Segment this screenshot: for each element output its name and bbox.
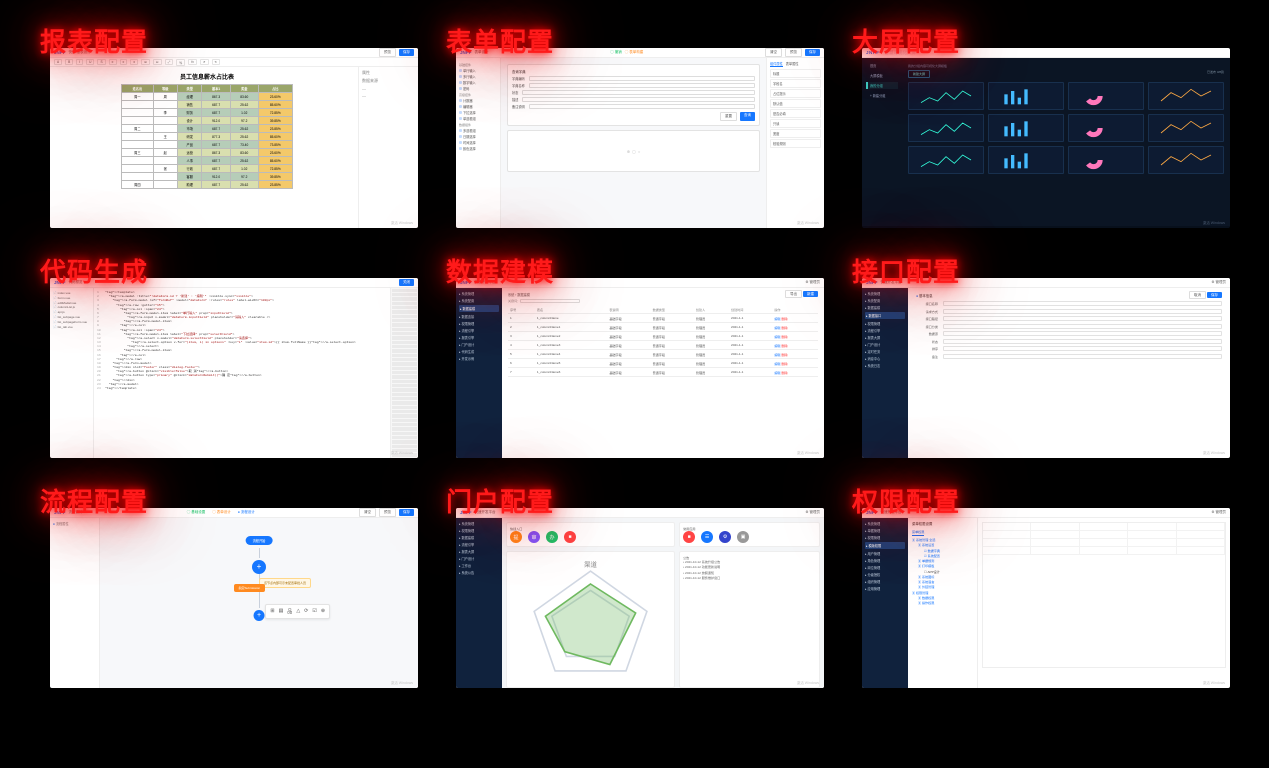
search-input[interactable] (520, 299, 580, 303)
label-api: 接口配置 (852, 252, 960, 289)
new-bigscreen[interactable]: 新建大屏 (908, 70, 930, 78)
label-form: 表单配置 (446, 22, 554, 59)
watermark: 激活 Windows (391, 221, 413, 225)
shortcut-icons[interactable]: 提审办■ (510, 531, 671, 543)
label-perm: 权限配置 (852, 482, 960, 519)
perm-config-grid[interactable] (982, 522, 1226, 668)
label-code: 代码生成 (40, 252, 148, 289)
perm-tab[interactable]: 菜单权限 (912, 530, 924, 536)
component-palette[interactable]: 基础控件单行输入多行输入数字输入密码高级控件计数器编辑器下拉选择单选框组数据组件… (456, 58, 501, 228)
report-side: 属性数据来源—— (358, 67, 418, 228)
report-title: 员工信息薪水占比表 (64, 72, 350, 81)
toolbar[interactable]: ABIUS≡≡≡⊞⊟⤢％fx↺↻ (50, 58, 418, 67)
notice-list[interactable]: • 2021-10-12 系统升级公告• 2021-10-12 功能更新说明• … (683, 560, 816, 581)
bs-template-grid[interactable] (908, 82, 1224, 174)
perm-title: 菜单权限设置 (912, 522, 973, 528)
screenshot-form: JNPF表单设计◯ 撤销◯ 表单构建清空预览保存 基础控件单行输入多行输入数字输… (456, 48, 824, 228)
report-table[interactable]: 姓名出等级类型基本1奖金占比周一周经理867.383.6023.60%销售687… (121, 84, 293, 189)
screenshot-flow: JNPF流程设计◯ 基础设置◯ 表单设计● 流程设计清空预览保存 ● 流程属性 … (50, 508, 418, 688)
screenshot-perm: JNPF快速开发平台⚙ 管理员 ▸ 系统管理▸ 单据管理▸ 权限管理▸ 模版权限… (862, 508, 1230, 688)
minimap[interactable] (392, 289, 417, 457)
nav-sidebar[interactable]: 系统管理系统配置数据建模数据连接权限管理流程引擎报表引擎门户设计代码生成开发示例 (456, 288, 502, 458)
flow-palette[interactable]: ⊞▤品△⟳☑⊕ (265, 604, 330, 619)
flow-canvas[interactable]: 流程开始 + 该节点内部可示未配置审批人员 指定Submission + ⊞▤品… (100, 518, 418, 688)
nav-sidebar[interactable]: ▸ 系统管理▸ 单据管理▸ 权限管理▸ 模版权限▸ 用户管理▸ 角色管理▸ 岗位… (862, 518, 908, 688)
radar-chart-icon: 渠道 (510, 555, 671, 684)
preview-button[interactable]: 预览 (379, 48, 396, 57)
label-bigscreen: 大屏配置 (852, 22, 960, 59)
nav-sidebar[interactable]: ▸ 系统管理▸ 权限管理▸ 数据建模▸ 流程引擎▸ 报表大屏▸ 门户设计▸ 工作… (456, 518, 502, 688)
label-flow: 流程配置 (40, 482, 148, 519)
nav-sidebar[interactable]: ▸ 系统管理▸ 系统配置▸ 数据建模▸ 数据接口▸ 权限管理▸ 流程引擎▸ 报表… (862, 288, 908, 458)
start-node[interactable]: 流程开始 (246, 536, 273, 545)
gateway[interactable]: + (252, 560, 266, 574)
app-icons[interactable]: ■☰⚙▣ (683, 531, 816, 543)
screenshot-report: JNPF快速·报表设计预览保存 ABIUS≡≡≡⊞⊟⤢％fx↺↻ 员工信息薪水占… (50, 48, 418, 228)
warn-popup: 该节点内部可示未配置审批人员 (259, 578, 311, 588)
code-editor[interactable]: 1"tag"><template> 2 "tag"><a-modal :titl… (94, 288, 390, 458)
bs-sidebar[interactable]: 首页大屏模板我的分组+ 新建分组 (862, 58, 902, 226)
canvas-title: 查询字典 (512, 69, 755, 74)
save-button[interactable]: 保存 (399, 49, 414, 56)
canvas[interactable]: 查询字典 字典编码字典名称状态描述备注说明 重置查询 ⊕ ◻ ○ (501, 58, 766, 228)
screenshot-bigscreen: JNPF智慧可视化大屏 首页大屏模板我的分组+ 新建分组 我的分组内容可视化大屏… (862, 48, 1230, 228)
label-portal: 门户配置 (446, 482, 554, 519)
perm-tree[interactable]: 菜单权限设置 菜单权限 ▣ 系统管理 全选▣ 系统设置☑ 数据字典☑ 系统配置▣… (908, 518, 978, 688)
file-tree[interactable]: 📄 index.vue📄 Form.vue📄 editModal.vue📄 co… (50, 288, 94, 458)
label-datamodel: 数据建模 (446, 252, 554, 289)
data-table[interactable]: 序号表名表说明数据类型创建人创建时间操作11_columnName基础字段普通字… (508, 305, 818, 377)
screenshot-code: JNPF代码预览关闭 📄 index.vue📄 Form.vue📄 editMo… (50, 278, 418, 458)
screenshot-datamodel: JNPF快速开发平台⚙ 管理员 系统管理系统配置数据建模数据连接权限管理流程引擎… (456, 278, 824, 458)
screenshot-portal: JNPF快速开发平台⚙ 管理员 ▸ 系统管理▸ 权限管理▸ 数据建模▸ 流程引擎… (456, 508, 824, 688)
task-node[interactable]: 指定Submission (234, 584, 266, 592)
section-title: 基本信息 (919, 294, 933, 298)
screenshot-api: JNPF快速开发平台⚙ 管理员 ▸ 系统管理▸ 系统配置▸ 数据建模▸ 数据接口… (862, 278, 1230, 458)
breadcrumb: 系统 › 数据建模 (508, 293, 530, 297)
add-node[interactable]: + (254, 610, 265, 621)
label-report: 报表配置 (40, 22, 148, 59)
svg-text:渠道: 渠道 (584, 559, 597, 568)
props-panel[interactable]: 组件属性表单属性标题字段名占位提示默认值是否必填只读宽度校验规则 (766, 58, 824, 228)
